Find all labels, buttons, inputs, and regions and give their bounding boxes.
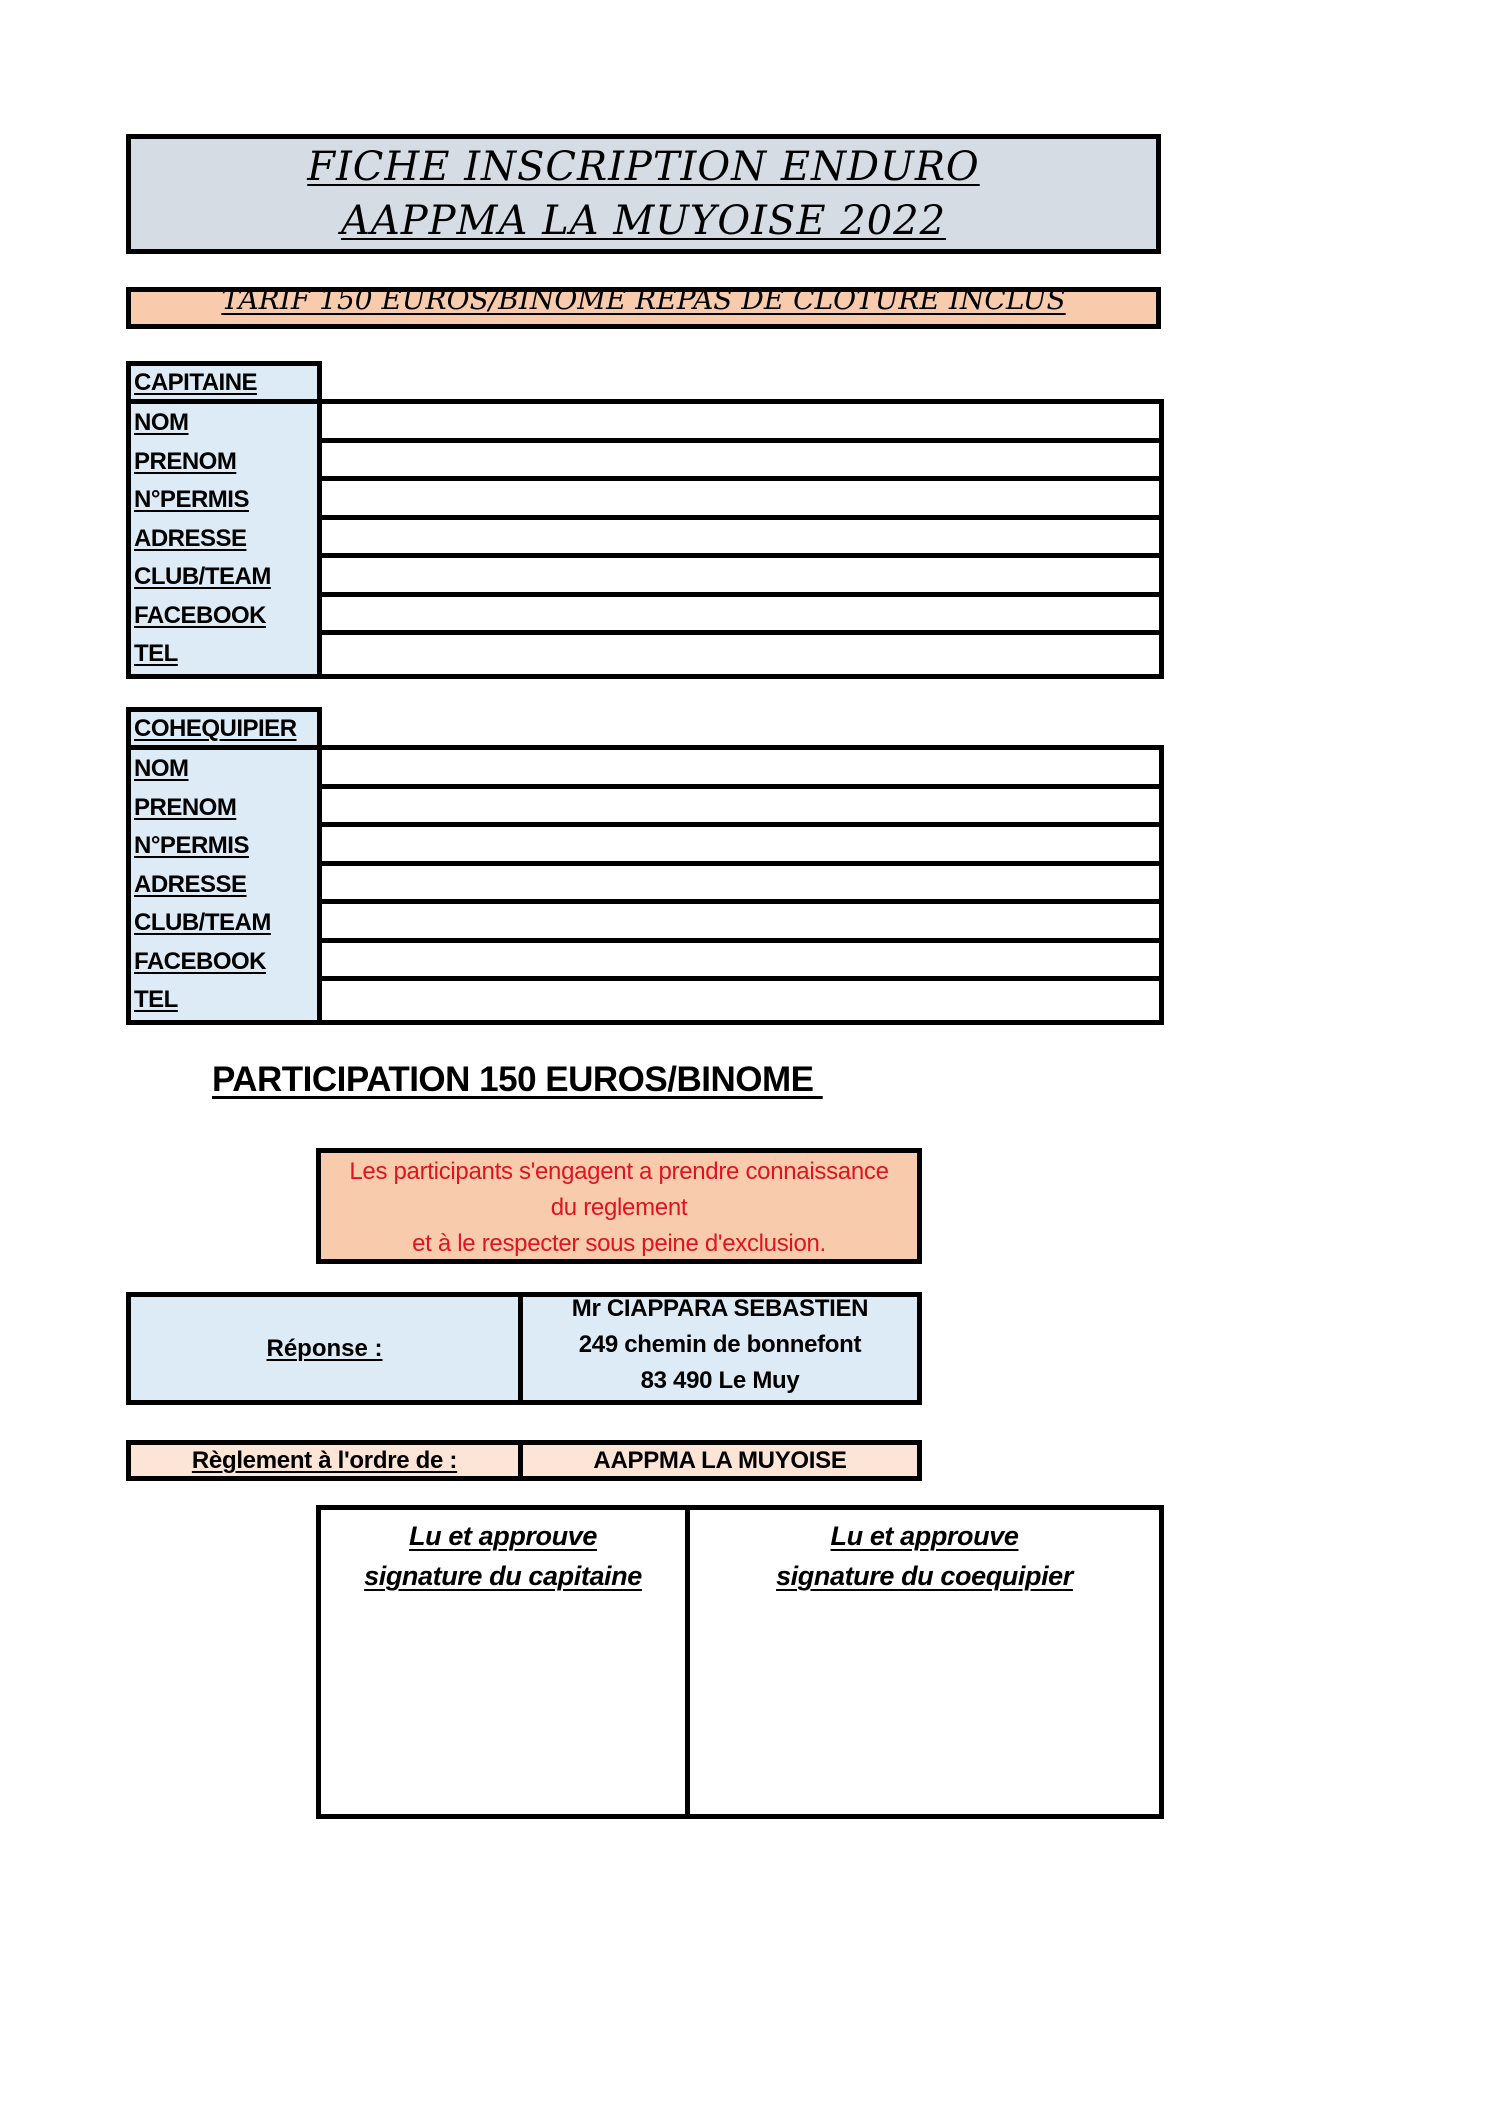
notice-line-3: et à le respecter sous peine d'exclusion…	[412, 1230, 826, 1257]
field-label-prenom: PRENOM	[134, 793, 237, 821]
rules-notice: Les participants s'engagent a prendre co…	[316, 1148, 922, 1264]
reponse-box: Réponse : Mr CIAPPARA SEBASTIEN 249 chem…	[126, 1292, 922, 1405]
signature-capitaine: Lu et approuve signature du capitaine	[321, 1510, 690, 1814]
address-name: Mr CIAPPARA SEBASTIEN	[571, 1295, 869, 1322]
capitaine-input-column	[322, 404, 1159, 674]
coequipier-adresse-input[interactable]	[322, 865, 1159, 899]
coequipier-input-column	[322, 750, 1159, 1020]
tarif-banner: TARIF 150 EUROS/BINOME REPAS DE CLOTURE …	[126, 287, 1161, 329]
signature-box: Lu et approuve signature du capitaine Lu…	[316, 1505, 1164, 1819]
field-label-nom: NOM	[134, 755, 189, 782]
field-label-permis: N°PERMIS	[134, 832, 249, 859]
title-line-1: FICHE INSCRIPTION ENDURO	[307, 144, 980, 190]
coequipier-signature-area[interactable]	[690, 1596, 1159, 1814]
coequipier-facebook-input[interactable]	[322, 942, 1159, 976]
capitaine-signature-area[interactable]	[321, 1596, 685, 1814]
field-label-tel: TEL	[134, 640, 178, 667]
capitaine-facebook-input[interactable]	[322, 596, 1159, 630]
field-label-tel: TEL	[134, 986, 178, 1013]
coequipier-tel-input[interactable]	[322, 981, 1159, 1020]
coequipier-rows: NOM PRENOM N°PERMIS ADRESSE CLUB/TEAM FA…	[126, 745, 1164, 1025]
field-label-adresse: ADRESSE	[134, 870, 247, 898]
signature-coequipier: Lu et approuve signature du coequipier	[690, 1510, 1159, 1814]
field-label-facebook: FACEBOOK	[134, 601, 267, 629]
title-banner: FICHE INSCRIPTION ENDURO AAPPMA LA MUYOI…	[126, 134, 1161, 254]
coequipier-signature-label: signature du coequipier	[776, 1561, 1073, 1591]
notice-line-2: du reglement	[550, 1194, 688, 1221]
capitaine-approval-label: Lu et approuve	[409, 1521, 597, 1551]
capitaine-tel-input[interactable]	[322, 635, 1159, 674]
coequipier-heading: COHEQUIPIER	[134, 715, 297, 742]
coequipier-club-team-input[interactable]	[322, 904, 1159, 938]
title-line-2: AAPPMA LA MUYOISE 2022	[340, 198, 947, 244]
reponse-label: Réponse :	[131, 1297, 523, 1400]
capitaine-heading-cell: CAPITAINE	[126, 361, 322, 402]
capitaine-label-column: NOM PRENOM N°PERMIS ADRESSE CLUB/TEAM FA…	[131, 404, 322, 674]
reglement-payee: AAPPMA LA MUYOISE	[593, 1447, 847, 1474]
capitaine-prenom-input[interactable]	[322, 442, 1159, 476]
capitaine-signature-label: signature du capitaine	[364, 1561, 642, 1591]
field-label-club-team: CLUB/TEAM	[134, 909, 271, 936]
address-street: 249 chemin de bonnefont	[578, 1331, 862, 1358]
coequipier-nom-input[interactable]	[322, 750, 1159, 784]
address-city: 83 490 Le Muy	[640, 1367, 800, 1394]
tarif-text: TARIF 150 EUROS/BINOME REPAS DE CLOTURE …	[221, 287, 1066, 316]
capitaine-adresse-input[interactable]	[322, 519, 1159, 553]
coequipier-approval-label: Lu et approuve	[830, 1521, 1019, 1551]
coequipier-label-column: NOM PRENOM N°PERMIS ADRESSE CLUB/TEAM FA…	[131, 750, 322, 1020]
reglement-label: Règlement à l'ordre de :	[131, 1445, 523, 1476]
capitaine-heading: CAPITAINE	[134, 369, 258, 396]
coequipier-prenom-input[interactable]	[322, 788, 1159, 822]
participation-heading: PARTICIPATION 150 EUROS/BINOME	[212, 1060, 823, 1099]
capitaine-club-team-input[interactable]	[322, 558, 1159, 592]
capitaine-rows: NOM PRENOM N°PERMIS ADRESSE CLUB/TEAM FA…	[126, 399, 1164, 679]
field-label-facebook: FACEBOOK	[134, 947, 267, 975]
field-label-nom: NOM	[134, 409, 189, 436]
reglement-box: Règlement à l'ordre de : AAPPMA LA MUYOI…	[126, 1440, 922, 1481]
field-label-club-team: CLUB/TEAM	[134, 563, 271, 590]
field-label-prenom: PRENOM	[134, 447, 237, 475]
capitaine-nom-input[interactable]	[322, 404, 1159, 438]
coequipier-permis-input[interactable]	[322, 827, 1159, 861]
capitaine-permis-input[interactable]	[322, 481, 1159, 515]
reponse-label-text: Réponse :	[266, 1334, 383, 1362]
field-label-permis: N°PERMIS	[134, 486, 249, 513]
coequipier-heading-cell: COHEQUIPIER	[126, 707, 322, 748]
notice-line-1: Les participants s'engagent a prendre co…	[349, 1158, 889, 1185]
reponse-address: Mr CIAPPARA SEBASTIEN 249 chemin de bonn…	[523, 1291, 917, 1400]
field-label-adresse: ADRESSE	[134, 524, 247, 552]
